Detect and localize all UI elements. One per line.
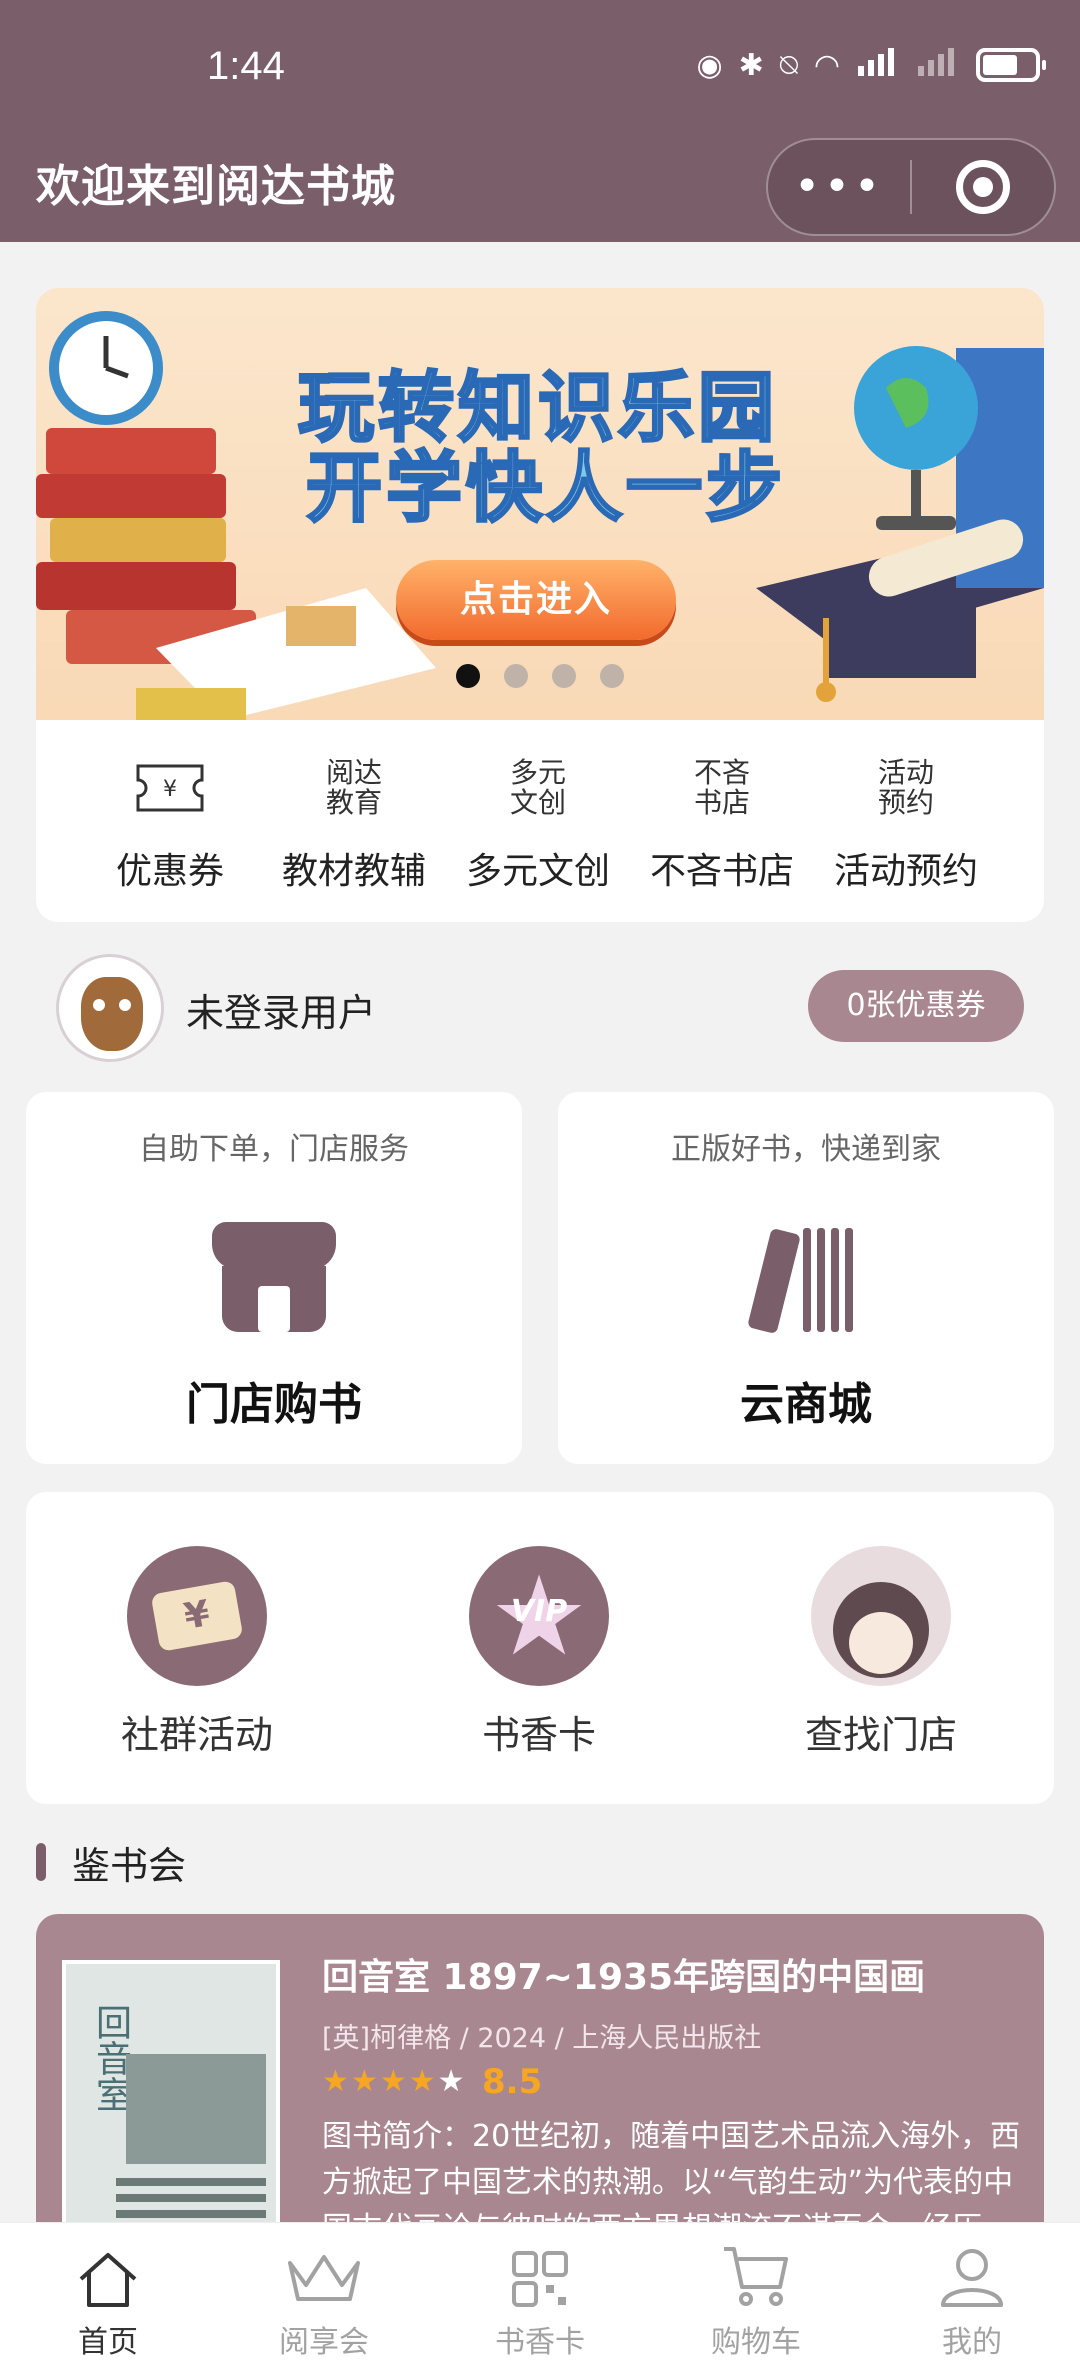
quick-entry-label: 活动预约 (833, 851, 978, 892)
user-name[interactable]: 未登录用户 (186, 982, 376, 1037)
tab-label: 首页 (78, 2325, 138, 2360)
quick-entry-label: 多元文创 (465, 851, 610, 892)
status-icons: ◉ ✱ ⍉ ◠ (696, 46, 1046, 84)
home-icon (0, 2223, 216, 2309)
crown-icon (216, 2223, 432, 2309)
star-icon: ★ (379, 2064, 409, 2099)
mascot-icon (811, 1546, 951, 1686)
storefront-icon (26, 1208, 522, 1348)
section-marker (36, 1843, 46, 1881)
feature-find-store[interactable]: 查找门店 (710, 1492, 1052, 1804)
svg-text:¥: ¥ (163, 777, 177, 802)
star-icon: ★ (408, 2064, 438, 2099)
star-icon: ★ (322, 2064, 351, 2099)
star-icon: ★ (350, 2064, 380, 2099)
carousel-dot[interactable] (600, 664, 624, 688)
book-title: 回音室 1897~1935年跨国的中国画 (322, 1957, 926, 1998)
top-bar: 1:44 ◉ ✱ ⍉ ◠ 欢迎来到阅达书城 ••• (0, 0, 1080, 242)
eye-icon: ◉ (696, 47, 723, 83)
bottom-tab-bar: 首页 阅享会 书香卡 购物车 我的 (0, 2222, 1080, 2376)
carousel-dots (36, 664, 1044, 688)
page-title: 欢迎来到阅达书城 (36, 161, 396, 212)
star-icon: ★ (437, 2064, 467, 2099)
miniapp-capsule: ••• (766, 138, 1056, 236)
features-card: ¥ 社群活动 ★ VIP 书香卡 查找门店 (26, 1492, 1054, 1804)
section-header: 鉴书会 (36, 1836, 186, 1888)
carousel-dot[interactable] (456, 664, 480, 688)
deer-mascot-icon (81, 977, 143, 1051)
tab-label: 购物车 (711, 2325, 801, 2360)
banner-card: 玩转知识乐园 开学快人一步 点击进入 ¥ 优惠券 阅达 教育 教材教辅 多元 文… (36, 288, 1044, 922)
rating-stars: ★★★★★ (322, 2064, 467, 2099)
carousel-dot[interactable] (504, 664, 528, 688)
vip-star-icon: ★ VIP (469, 1546, 609, 1686)
tab-profile[interactable]: 我的 (864, 2223, 1080, 2376)
coupon-count-button[interactable]: 0张优惠券 (808, 970, 1024, 1042)
coupon-ticket-icon: ¥ (78, 748, 262, 828)
tab-label: 阅享会 (279, 2325, 369, 2360)
section-title: 鉴书会 (72, 1843, 187, 1888)
cart-icon (648, 2223, 864, 2309)
cloud-mall-card[interactable]: 正版好书，快递到家 云商城 (558, 1092, 1054, 1464)
card-subtitle: 正版好书，快递到家 (671, 1132, 941, 1167)
rating-score: 8.5 (482, 2062, 543, 2102)
tab-membership[interactable]: 阅享会 (216, 2223, 432, 2376)
feature-community[interactable]: ¥ 社群活动 (26, 1492, 368, 1804)
book-review-card[interactable]: 回音室 回音室 1897~1935年跨国的中国画 [英]柯律格 / 2024 /… (36, 1914, 1044, 2244)
quick-entry-bookstore[interactable]: 不吝 书店 不吝书店 (630, 720, 814, 922)
bluetooth-icon: ✱ (738, 47, 764, 83)
profile-icon (864, 2223, 1080, 2309)
qr-card-icon (432, 2223, 648, 2309)
duoyuan-wenchuang-logo: 多元 文创 (509, 756, 566, 819)
activity-booking-logo: 活动 预约 (877, 756, 934, 819)
book-meta: [英]柯律格 / 2024 / 上海人民出版社 (322, 2023, 762, 2054)
tab-label: 我的 (942, 2325, 1002, 2360)
status-time: 1:44 (207, 44, 285, 88)
quick-entry-label: 优惠券 (115, 851, 224, 892)
quick-entry-label: 教材教辅 (281, 851, 426, 892)
battery-icon (976, 48, 1046, 82)
tab-label: 书香卡 (495, 2325, 585, 2360)
tab-cart[interactable]: 购物车 (648, 2223, 864, 2376)
wallet-icon: ¥ (127, 1546, 267, 1686)
quick-entry-creative[interactable]: 多元 文创 多元文创 (446, 720, 630, 922)
quick-entry-activity[interactable]: 活动 预约 活动预约 (814, 720, 998, 922)
promo-banner[interactable]: 玩转知识乐园 开学快人一步 点击进入 (36, 288, 1044, 720)
cover-text-lines (116, 2178, 266, 2186)
user-row: 未登录用户 0张优惠券 (36, 950, 1044, 1064)
wifi-icon: ◠ (813, 47, 840, 83)
banner-enter-button[interactable]: 点击进入 (396, 560, 676, 640)
banner-headline-2: 开学快人一步 (305, 442, 786, 534)
avatar[interactable] (56, 954, 164, 1062)
quick-entries: ¥ 优惠券 阅达 教育 教材教辅 多元 文创 多元文创 不吝 书店 不吝书店 活… (36, 720, 1044, 922)
signal-5g-icon (856, 46, 900, 84)
book-cover: 回音室 (62, 1960, 280, 2244)
quick-entry-label: 不吝书店 (649, 851, 794, 892)
yueda-education-logo: 阅达 教育 (325, 756, 382, 819)
quick-entry-textbook[interactable]: 阅达 教育 教材教辅 (262, 720, 446, 922)
card-title: 门店购书 (186, 1379, 362, 1430)
mute-bell-icon: ⍉ (779, 47, 798, 83)
more-menu-button[interactable]: ••• (768, 157, 910, 217)
feature-label: 书香卡 (481, 1713, 596, 1757)
buling-bookstore-logo: 不吝 书店 (693, 756, 750, 819)
close-miniapp-button[interactable] (912, 160, 1054, 214)
card-subtitle: 自助下单，门店服务 (139, 1132, 409, 1167)
card-title: 云商城 (740, 1379, 872, 1430)
carousel-dot[interactable] (552, 664, 576, 688)
tab-book-card[interactable]: 书香卡 (432, 2223, 648, 2376)
store-purchase-card[interactable]: 自助下单，门店服务 门店购书 (26, 1092, 522, 1464)
target-circle-icon (955, 160, 1010, 214)
tab-home[interactable]: 首页 (0, 2223, 216, 2376)
cover-image (126, 2054, 266, 2164)
feature-book-card[interactable]: ★ VIP 书香卡 (368, 1492, 710, 1804)
signal-2-icon (916, 46, 960, 84)
feature-label: 查找门店 (804, 1713, 957, 1757)
books-icon (558, 1208, 1054, 1348)
feature-label: 社群活动 (120, 1713, 273, 1757)
quick-entry-coupon[interactable]: ¥ 优惠券 (78, 720, 262, 922)
